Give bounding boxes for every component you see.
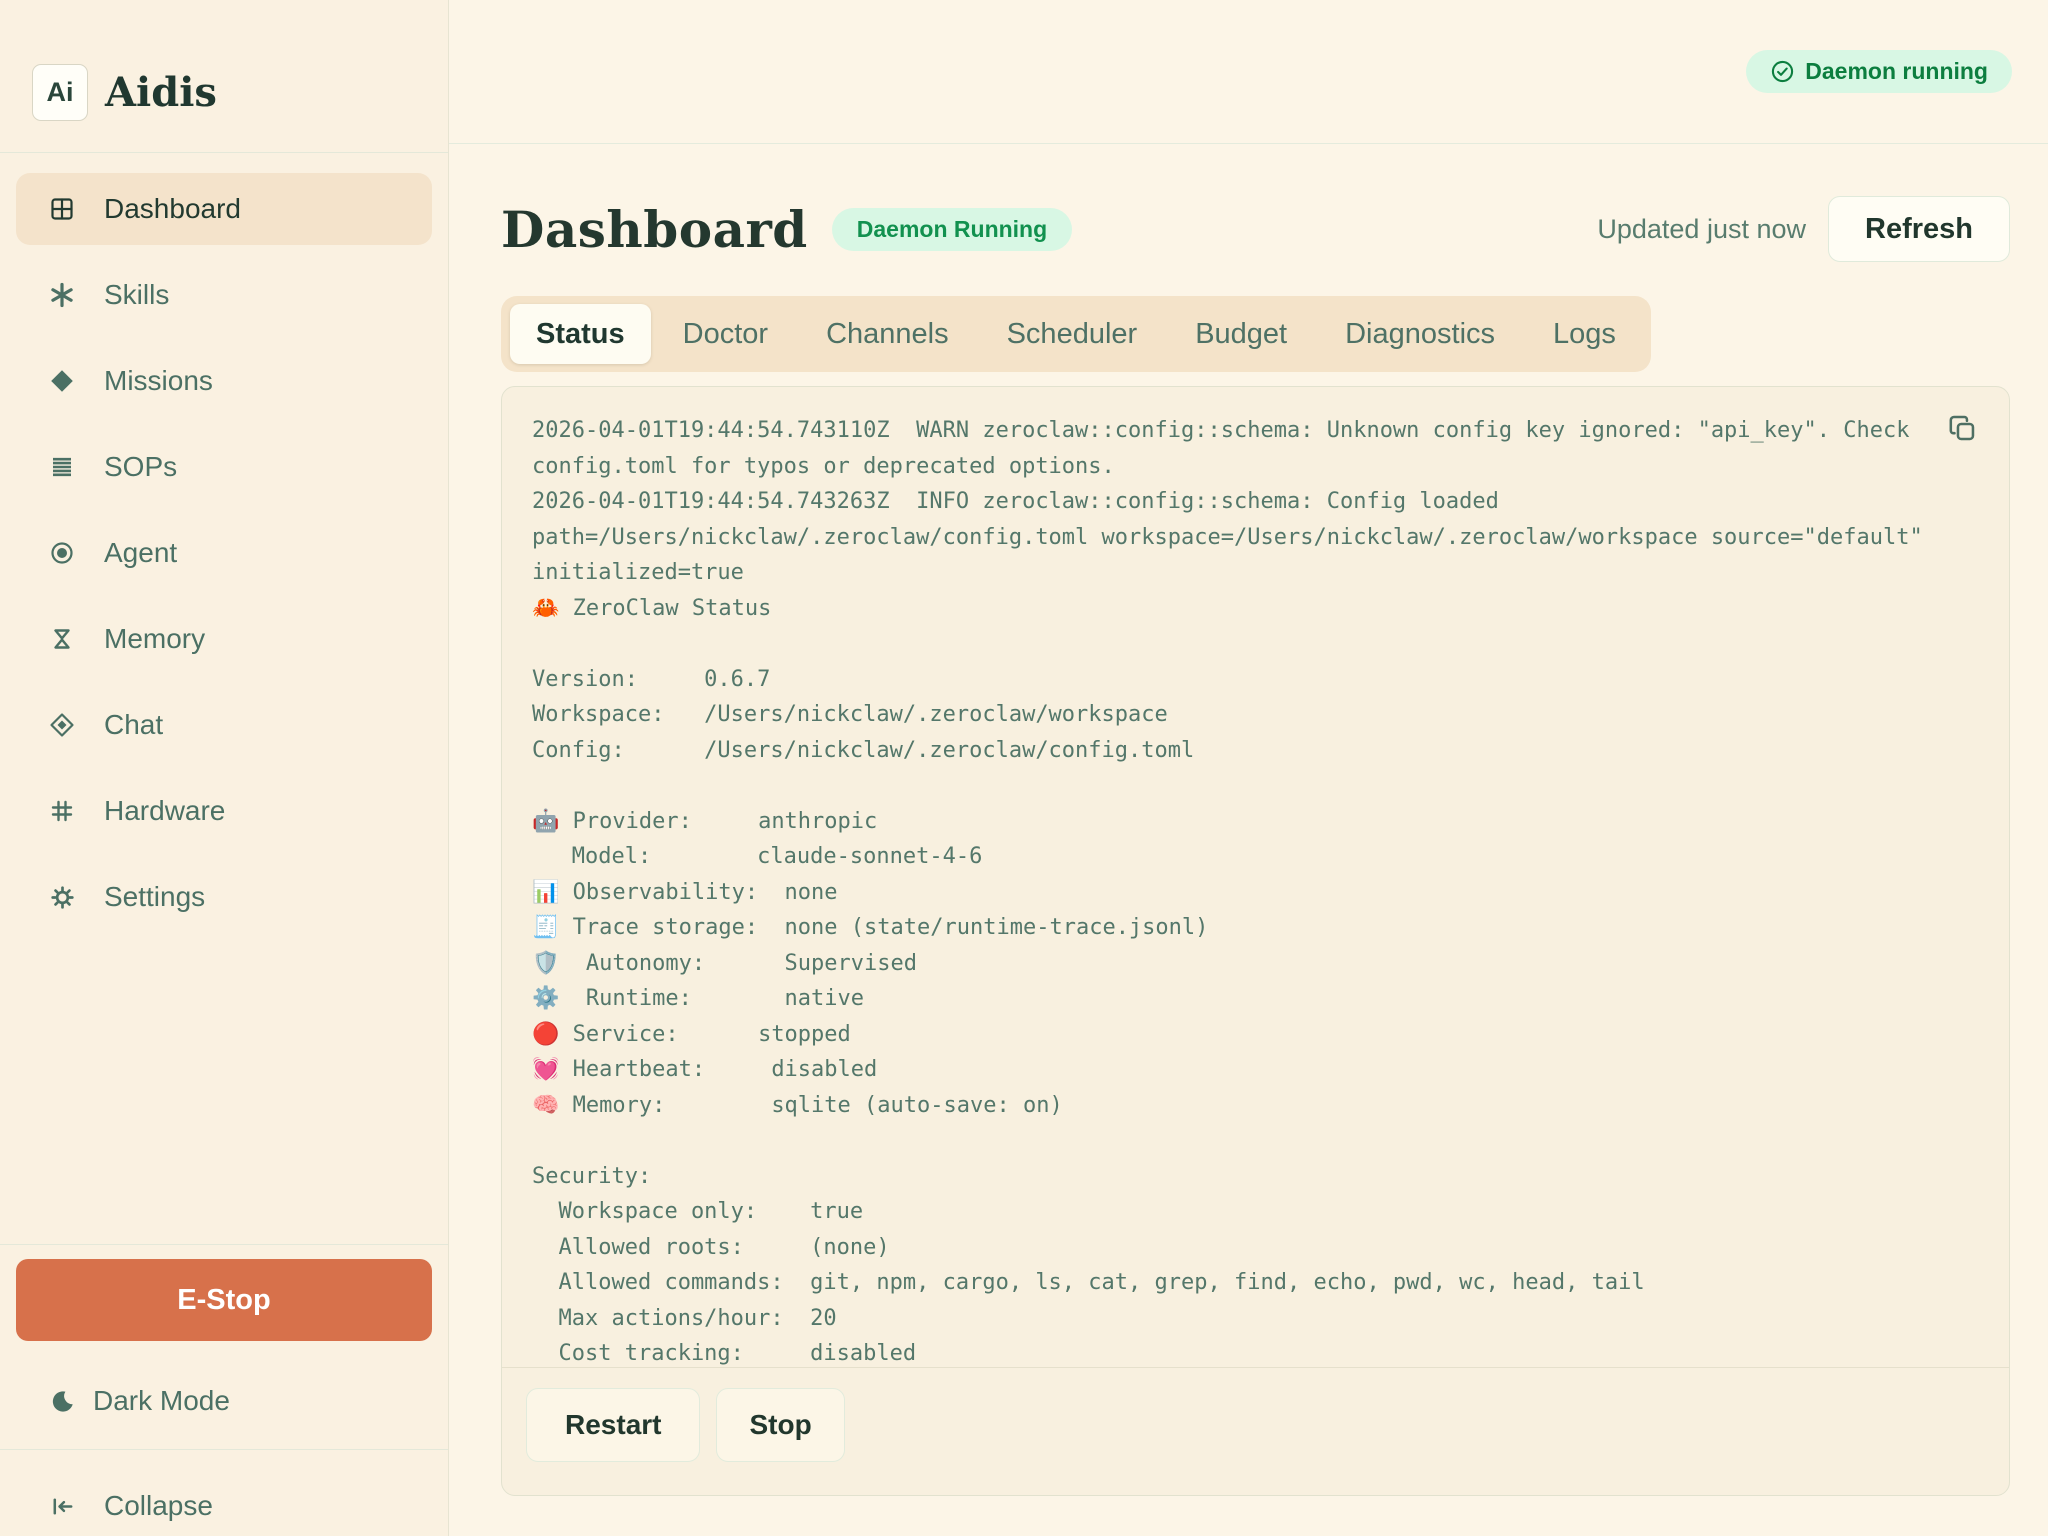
page-header: Dashboard Daemon Running Updated just no…	[501, 196, 2010, 262]
brand-name: Aidis	[105, 69, 217, 116]
main-area: Daemon running Dashboard Daemon Running …	[449, 0, 2048, 1536]
sidebar-item-dashboard[interactable]: Dashboard	[16, 173, 432, 245]
app-root: Ai Aidis Dashboard Skills	[0, 0, 2048, 1536]
sidebar-item-agent[interactable]: Agent	[16, 517, 432, 589]
tab-channels[interactable]: Channels	[800, 304, 975, 364]
sidebar-nav: Dashboard Skills Missions SOPs	[0, 153, 448, 947]
daemon-running-badge: Daemon Running	[832, 208, 1072, 251]
dark-mode-toggle[interactable]: Dark Mode	[0, 1371, 448, 1431]
asterisk-icon	[48, 281, 76, 309]
sidebar-item-label: Chat	[104, 709, 163, 741]
sidebar-item-label: Settings	[104, 881, 205, 913]
sidebar-item-label: Skills	[104, 279, 169, 311]
e-stop-button[interactable]: E-Stop	[16, 1259, 432, 1341]
moon-icon	[48, 1387, 76, 1415]
tab-bar: Status Doctor Channels Scheduler Budget …	[501, 296, 1651, 372]
app-logo: Ai	[32, 64, 88, 121]
log-viewport[interactable]: 2026-04-01T19:44:54.743110Z WARN zerocla…	[502, 387, 2009, 1368]
diamond-inset-icon	[48, 711, 76, 739]
sidebar-item-label: Hardware	[104, 795, 225, 827]
sidebar-item-label: Missions	[104, 365, 213, 397]
tab-logs[interactable]: Logs	[1527, 304, 1642, 364]
estop-section: E-Stop	[0, 1245, 448, 1341]
restart-button[interactable]: Restart	[526, 1388, 700, 1462]
status-panel: 2026-04-01T19:44:54.743110Z WARN zerocla…	[501, 386, 2010, 1496]
updated-text: Updated just now	[1597, 214, 1806, 245]
sidebar-item-sops[interactable]: SOPs	[16, 431, 432, 503]
sidebar-item-missions[interactable]: Missions	[16, 345, 432, 417]
tab-doctor[interactable]: Doctor	[657, 304, 794, 364]
panel-footer: Restart Stop	[502, 1368, 2009, 1482]
dashboard-grid-icon	[48, 195, 76, 223]
sidebar-item-settings[interactable]: Settings	[16, 861, 432, 933]
circle-dot-icon	[48, 539, 76, 567]
check-circle-icon	[1770, 59, 1795, 84]
collapse-arrow-icon	[48, 1492, 76, 1520]
brand: Ai Aidis	[0, 0, 448, 121]
sidebar-item-label: Agent	[104, 537, 177, 569]
diamond-icon	[48, 367, 76, 395]
sidebar-item-label: Dashboard	[104, 193, 241, 225]
sidebar-item-skills[interactable]: Skills	[16, 259, 432, 331]
sidebar-item-hardware[interactable]: Hardware	[16, 775, 432, 847]
logo-monogram: Ai	[47, 77, 74, 108]
hourglass-icon	[48, 625, 76, 653]
lined-square-icon	[48, 453, 76, 481]
sidebar-item-memory[interactable]: Memory	[16, 603, 432, 675]
dark-mode-label: Dark Mode	[93, 1385, 230, 1417]
daemon-status-text: Daemon running	[1805, 58, 1988, 85]
sidebar-item-label: Memory	[104, 623, 205, 655]
sidebar-spacer	[0, 947, 448, 1244]
tab-status[interactable]: Status	[510, 304, 651, 364]
tab-diagnostics[interactable]: Diagnostics	[1319, 304, 1521, 364]
tab-budget[interactable]: Budget	[1169, 304, 1313, 364]
stop-button[interactable]: Stop	[716, 1388, 844, 1462]
page-title: Dashboard	[501, 200, 808, 259]
sidebar-item-chat[interactable]: Chat	[16, 689, 432, 761]
refresh-button[interactable]: Refresh	[1828, 196, 2010, 262]
collapse-button[interactable]: Collapse	[0, 1476, 448, 1536]
topbar: Daemon running	[449, 0, 2048, 144]
copy-icon[interactable]	[1947, 413, 1977, 443]
collapse-label: Collapse	[104, 1490, 213, 1522]
hash-icon	[48, 797, 76, 825]
sidebar-divider	[0, 1449, 448, 1450]
gear-icon	[48, 883, 76, 911]
sidebar: Ai Aidis Dashboard Skills	[0, 0, 449, 1536]
content: Dashboard Daemon Running Updated just no…	[449, 144, 2048, 1496]
daemon-status-pill: Daemon running	[1746, 50, 2012, 93]
tab-scheduler[interactable]: Scheduler	[981, 304, 1164, 364]
status-log: 2026-04-01T19:44:54.743110Z WARN zerocla…	[502, 387, 2009, 1368]
sidebar-item-label: SOPs	[104, 451, 177, 483]
